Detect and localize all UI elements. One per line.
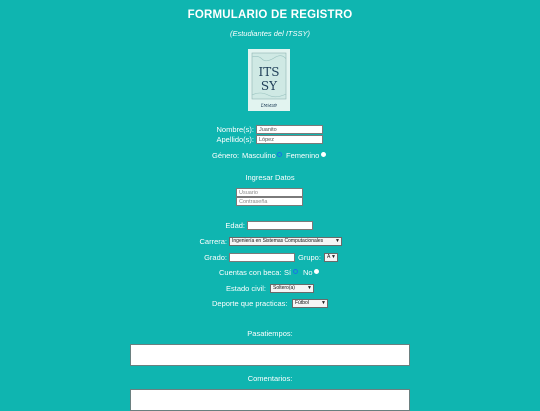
- grado-label: Grado:: [204, 253, 227, 262]
- deporte-select[interactable]: Fútbol ▼: [292, 299, 328, 308]
- beca-no-radio[interactable]: [314, 269, 319, 274]
- estado-civil-selected: Soltero(a): [273, 285, 295, 291]
- carrera-selected: Ingeniería en Sistemas Computacionales: [232, 238, 324, 244]
- masculino-radio[interactable]: [277, 152, 282, 157]
- beca-no-label: No: [303, 268, 313, 277]
- grado-input[interactable]: [229, 253, 295, 262]
- estado-civil-label: Estado civil:: [226, 284, 267, 293]
- chevron-down-icon: ▼: [335, 238, 340, 244]
- beca-si-radio[interactable]: [293, 269, 298, 274]
- logo-text-bottom: SY: [261, 79, 278, 93]
- beca-si-label: Sí: [284, 268, 292, 277]
- logo-text-top: ITS: [259, 65, 280, 79]
- grupo-select[interactable]: A ▼: [324, 253, 338, 262]
- comentarios-label: Comentarios:: [247, 374, 293, 383]
- nombre-label: Nombre(s):: [216, 125, 254, 134]
- estado-civil-select[interactable]: Soltero(a) ▼: [270, 284, 314, 293]
- pasatiempos-label: Pasatiempos:: [247, 329, 293, 338]
- deporte-label: Deporte que practicas:: [212, 299, 288, 308]
- usuario-input[interactable]: [236, 188, 303, 197]
- pasatiempos-textarea[interactable]: [130, 344, 410, 366]
- beca-label: Cuentas con beca:: [219, 268, 282, 277]
- chevron-down-icon: ▼: [321, 300, 326, 306]
- edad-label: Edad:: [225, 221, 245, 230]
- page-subtitle: (Estudiantes del ITSSY): [229, 29, 311, 38]
- ingresar-datos-label: Ingresar Datos: [245, 173, 295, 182]
- apellido-label: Apellido(s):: [216, 135, 254, 144]
- page-title: FORMULARIO DE REGISTRO: [187, 9, 353, 21]
- chevron-down-icon: ▼: [331, 254, 336, 260]
- femenino-radio[interactable]: [321, 152, 326, 157]
- logo-caption: Ꮭ𝔡𝔞𝔟𝔞𝔯𝔞𝔡: [261, 103, 277, 109]
- femenino-label: Femenino: [286, 151, 320, 160]
- carrera-label: Carrera:: [199, 237, 227, 246]
- carrera-select[interactable]: Ingeniería en Sistemas Computacionales ▼: [229, 237, 342, 246]
- contrasena-input[interactable]: [236, 197, 303, 206]
- genero-label: Género:: [212, 151, 240, 160]
- grupo-label: Grupo:: [298, 253, 321, 262]
- nombre-field[interactable]: [256, 125, 323, 134]
- deporte-selected: Fútbol: [295, 300, 309, 306]
- comentarios-textarea[interactable]: [130, 389, 410, 411]
- grupo-selected: A: [327, 254, 331, 260]
- edad-input[interactable]: [247, 221, 313, 230]
- apellido-field[interactable]: [256, 135, 323, 144]
- itssy-logo: ITS SY Ꮭ𝔡𝔞𝔟𝔞𝔯𝔞𝔡: [248, 49, 290, 111]
- masculino-label: Masculino: [242, 151, 276, 160]
- chevron-down-icon: ▼: [307, 285, 312, 291]
